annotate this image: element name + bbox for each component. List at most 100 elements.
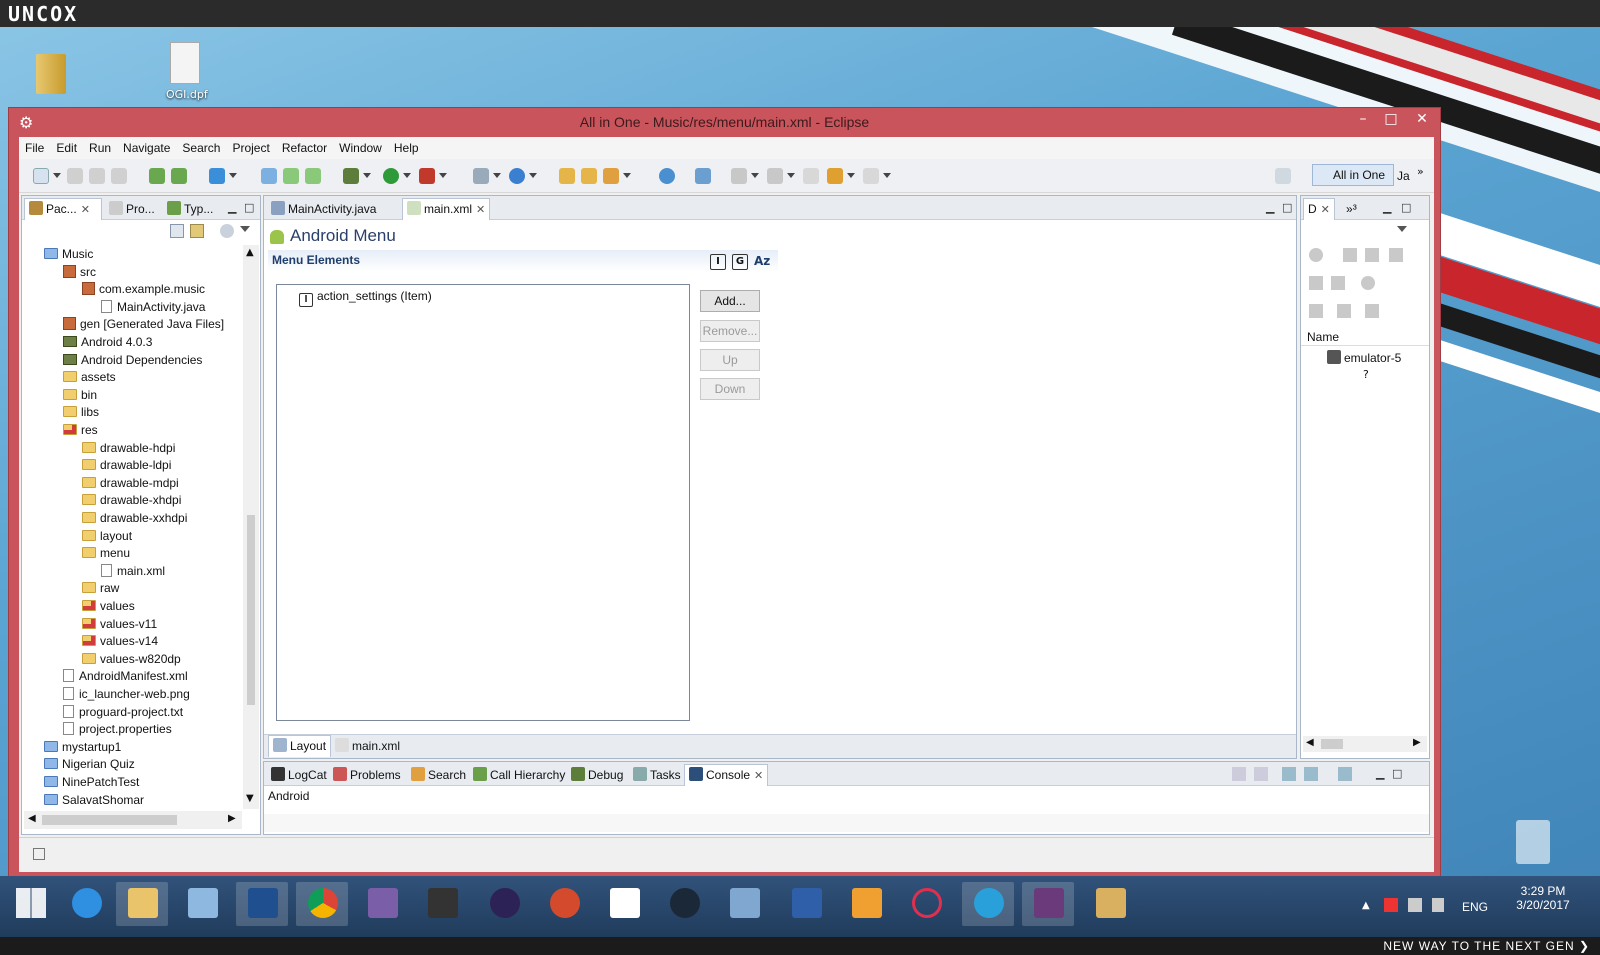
taskbar-media-player[interactable] <box>416 882 468 926</box>
tree-item[interactable]: res <box>63 421 98 439</box>
tree-item[interactable]: drawable-ldpi <box>82 456 171 474</box>
close-icon[interactable]: ✕ <box>476 204 485 216</box>
tree-item[interactable]: values-v11 <box>82 615 157 633</box>
open-perspective-icon[interactable] <box>1275 168 1291 184</box>
dropdown-arrow-icon[interactable] <box>623 173 631 178</box>
collapse-all-icon[interactable] <box>170 224 184 238</box>
sort-icon[interactable]: Az <box>754 254 770 268</box>
tree-item[interactable]: raw <box>82 579 119 597</box>
down-button[interactable]: Down <box>700 378 760 400</box>
view-menu-icon[interactable] <box>1397 226 1407 232</box>
list-item[interactable]: Iaction_settings (Item) <box>299 287 432 307</box>
scrollbar-thumb[interactable] <box>1321 739 1343 749</box>
print-icon[interactable] <box>111 168 127 184</box>
display-console-icon[interactable] <box>1304 767 1318 781</box>
tab-logcat[interactable]: LogCat <box>266 764 332 786</box>
menu-help[interactable]: Help <box>388 137 425 159</box>
update-threads-icon[interactable] <box>1309 276 1323 290</box>
close-button[interactable]: ✕ <box>1405 108 1439 130</box>
scroll-right-icon[interactable]: ▶ <box>228 813 236 824</box>
minimize-icon[interactable]: ▁ <box>228 201 236 214</box>
cause-gc-icon[interactable] <box>1389 248 1403 262</box>
start-profiling-icon[interactable] <box>1331 276 1345 290</box>
checkbox-icon[interactable] <box>209 168 225 184</box>
name-column-header[interactable]: Name <box>1301 328 1429 346</box>
menu-refactor[interactable]: Refactor <box>276 137 333 159</box>
network-icon[interactable] <box>1408 898 1422 912</box>
link-editor-icon[interactable] <box>190 224 204 238</box>
taskbar-eclipse[interactable] <box>478 882 530 926</box>
menu-window[interactable]: Window <box>333 137 388 159</box>
close-icon[interactable]: ✕ <box>754 770 763 782</box>
tree-item[interactable]: SalavatShomar <box>44 791 144 809</box>
menu-run[interactable]: Run <box>83 137 117 159</box>
scroll-right-icon[interactable]: ▶ <box>1413 737 1421 748</box>
minimize-button[interactable]: – <box>1349 108 1377 130</box>
show-hidden-icons[interactable]: ▲ <box>1362 900 1370 911</box>
document-icon[interactable] <box>168 40 202 86</box>
tab-more-views[interactable]: »³ <box>1341 198 1362 220</box>
dropdown-arrow-icon[interactable] <box>847 173 855 178</box>
tab-call-hierarchy[interactable]: Call Hierarchy <box>468 764 570 786</box>
menu-edit[interactable]: Edit <box>50 137 83 159</box>
tree-item[interactable]: values <box>82 597 135 615</box>
tree-item[interactable]: mystartup1 <box>44 738 121 756</box>
new-test-icon[interactable] <box>305 168 321 184</box>
taskbar-flickr-app[interactable] <box>900 882 952 926</box>
globe-icon[interactable] <box>659 168 675 184</box>
tree-item[interactable]: libs <box>63 403 99 421</box>
dropdown-arrow-icon[interactable] <box>403 173 411 178</box>
tab-package-explorer[interactable]: Pac... ✕ <box>24 198 102 220</box>
close-icon[interactable]: ✕ <box>81 204 90 216</box>
taskbar-z-app[interactable] <box>598 882 650 926</box>
scroll-left-icon[interactable]: ◀ <box>1306 737 1314 748</box>
maximize-icon[interactable]: □ <box>244 201 254 214</box>
tree-item[interactable]: values-v14 <box>82 632 158 650</box>
new-icon[interactable] <box>33 168 49 184</box>
last-edit-icon[interactable] <box>803 168 819 184</box>
taskbar-app-hf[interactable] <box>236 882 288 926</box>
add-group-icon[interactable]: G <box>732 254 748 270</box>
taskbar-word-app[interactable] <box>780 882 832 926</box>
maximize-icon[interactable]: □ <box>1392 767 1402 780</box>
tree-item[interactable]: bin <box>63 386 97 404</box>
dropdown-arrow-icon[interactable] <box>529 173 537 178</box>
scrollbar-thumb[interactable] <box>42 815 177 825</box>
stop-process-icon[interactable] <box>1361 276 1375 290</box>
opengl-trace-icon[interactable] <box>1365 304 1379 318</box>
tab-type-hierarchy[interactable]: Typ... <box>162 198 218 220</box>
scroll-lock-icon[interactable] <box>1254 767 1268 781</box>
recycle-bin-icon[interactable] <box>1516 820 1550 864</box>
devices-horizontal-scrollbar[interactable]: ◀ ▶ <box>1303 736 1427 752</box>
remove-button[interactable]: Remove... <box>700 320 760 342</box>
save-all-icon[interactable] <box>89 168 105 184</box>
tab-debug[interactable]: Debug <box>566 764 628 786</box>
tree-item[interactable]: com.example.music <box>82 280 205 298</box>
sync-icon[interactable] <box>695 168 711 184</box>
tab-main-xml[interactable]: main.xml ✕ <box>402 198 491 220</box>
tab-tasks[interactable]: Tasks <box>628 764 686 786</box>
tab-devices[interactable]: D ✕ <box>1303 198 1335 220</box>
taskbar-paint[interactable] <box>1084 882 1136 926</box>
close-icon[interactable]: ✕ <box>1321 204 1330 216</box>
debug-icon[interactable] <box>343 168 359 184</box>
tree-item[interactable]: ic_launcher-web.png <box>63 685 190 703</box>
tab-mainactivity-java[interactable]: MainActivity.java <box>266 198 381 220</box>
tree-item[interactable]: AndroidManifest.xml <box>63 667 188 685</box>
tab-xml-source[interactable]: main.xml <box>330 735 405 757</box>
dropdown-arrow-icon[interactable] <box>363 173 371 178</box>
scrollbar-thumb[interactable] <box>247 515 255 705</box>
tree-horizontal-scrollbar[interactable]: ◀ ▶ <box>24 811 242 829</box>
tree-item[interactable]: menu <box>82 544 130 562</box>
eclipse-icon[interactable]: ⚙ <box>19 113 37 132</box>
android-sdk-icon[interactable] <box>149 168 165 184</box>
more-perspectives-icon[interactable]: » <box>1417 165 1424 178</box>
update-heap-icon[interactable] <box>1343 248 1357 262</box>
up-button[interactable]: Up <box>700 349 760 371</box>
dropdown-arrow-icon[interactable] <box>787 173 795 178</box>
folder-icon[interactable] <box>34 48 68 94</box>
tab-layout[interactable]: Layout <box>268 735 332 757</box>
taskbar-p-app[interactable] <box>538 882 590 926</box>
open-resource-icon[interactable] <box>581 168 597 184</box>
tree-item[interactable]: NinePatchTest <box>44 773 139 791</box>
